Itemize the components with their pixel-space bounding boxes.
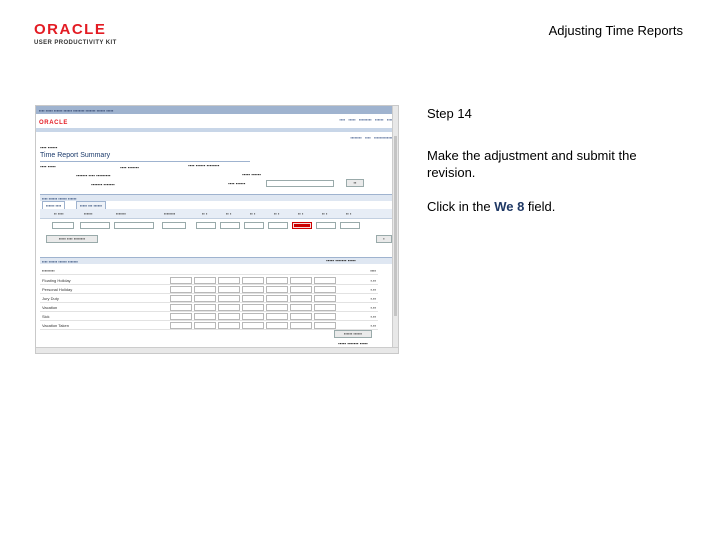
tu-9-field[interactable] — [268, 222, 288, 229]
app-brand-logo: ORACLE — [39, 120, 68, 126]
period-end-label: ▪▪▪▪▪▪▪ ▪▪▪▪ ▪▪▪▪▪▪▪▪▪ — [76, 173, 111, 178]
logo-wordmark: ORACLE — [34, 21, 107, 38]
document-title: Adjusting Time Reports — [548, 23, 683, 38]
billing-action-select[interactable] — [162, 222, 186, 229]
reset-user-defaults-button[interactable]: ▪▪▪▪▪ ▪▪▪▪ ▪▪▪▪▪▪▪▪ — [46, 235, 98, 243]
total-reported-hours-label: ▪▪▪▪▪ ▪▪▪▪▪▪▪ ▪▪▪▪▪ — [338, 341, 368, 346]
th-field[interactable] — [316, 222, 336, 229]
time-report-id: ▪▪▪▪ ▪▪▪▪▪▪ ▪▪▪▪▪▪▪▪ — [188, 163, 220, 168]
fr-field[interactable] — [340, 222, 360, 229]
add-row-button[interactable]: ▪ — [376, 235, 392, 243]
status-label: ▪▪▪▪▪ ▪▪▪▪▪▪ — [242, 172, 261, 177]
top-menu-bar: ▪▪▪▪ ▪▪▪▪▪ ▪▪▪▪▪▪ ▪▪▪▪▪▪ ▪▪▪▪▪▪▪▪ ▪▪▪▪▪▪… — [36, 106, 398, 114]
user-details-label: ▪▪▪▪ ▪▪▪▪▪▪▪ — [120, 165, 139, 170]
summary-row-label: Floating Holiday — [42, 278, 71, 283]
activity-input[interactable] — [114, 222, 154, 229]
business-unit-input[interactable] — [52, 222, 74, 229]
time-section-header: ▪▪▪▪ ▪▪▪▪▪▪ ▪▪▪▪▪▪ ▪▪▪▪▪▪ — [40, 194, 392, 201]
vertical-scrollbar[interactable] — [392, 106, 398, 353]
update-totals-button[interactable]: ▪▪▪▪▪▪ ▪▪▪▪▪▪ — [334, 330, 372, 338]
click-instruction: Click in the We 8 field. — [427, 199, 555, 214]
tab-reported-time[interactable]: ▪▪▪▪▪▪ ▪▪▪▪ — [42, 201, 66, 209]
su-7-field[interactable] — [220, 222, 240, 229]
we-8-field[interactable] — [292, 222, 312, 229]
summary-row: Floating Holiday ▪.▪▪ — [40, 277, 378, 285]
title-rule — [40, 161, 250, 162]
summary-row-label: Vacation — [42, 305, 58, 310]
project-input[interactable] — [80, 222, 110, 229]
revision-select[interactable] — [266, 180, 334, 187]
summary-row: Vacation ▪.▪▪ — [40, 304, 378, 312]
summary-row-label: Personal Holiday — [42, 287, 73, 292]
scroll-thumb[interactable] — [394, 136, 397, 316]
revision-label: ▪▪▪▪▪▪▪ ▪▪▪▪▪▪▪ — [91, 182, 115, 187]
summary-row-label: Vacation Taken — [42, 323, 69, 328]
summary-row-label: Jury Duty — [42, 296, 59, 301]
summary-header-row: ▪▪▪▪▪▪▪▪▪ ▪▪▪▪ — [40, 268, 378, 275]
top-links: ▪▪▪▪ ▪▪▪▪▪ ▪▪▪▪▪▪▪▪▪ ▪▪▪▪▪▪ ▪▪▪▪▪ — [339, 117, 394, 122]
header-band — [36, 128, 398, 132]
logo-subtext: USER PRODUCTIVITY KIT — [34, 40, 117, 46]
summary-row-label: Sick — [42, 314, 50, 319]
step-label: Step 14 — [427, 106, 472, 121]
summary-row: Sick ▪.▪▪ — [40, 313, 378, 321]
total-hours-label: ▪▪▪▪▪ ▪▪▪▪▪▪▪ ▪▪▪▪▪ — [326, 258, 356, 263]
time-grid-header: ▪▪ ▪▪▪▪ ▪▪▪▪▪▪ ▪▪▪▪▪▪▪ ▪▪▪▪▪▪▪▪ ▪▪ ▪ ▪▪ … — [40, 209, 392, 219]
target-field-name: We 8 — [494, 199, 525, 214]
click-suffix: field. — [524, 199, 556, 214]
tab-status-and-issues[interactable]: ▪▪▪▪▪ ▪▪▪ ▪▪▪▪▪▪ — [76, 201, 107, 209]
mo-8-field[interactable] — [244, 222, 264, 229]
page-title: Time Report Summary — [40, 152, 111, 159]
click-prefix: Click in the — [427, 199, 495, 214]
summary-row: Personal Holiday ▪.▪▪ — [40, 286, 378, 294]
oracle-upk-logo: ORACLE USER PRODUCTIVITY KIT — [34, 22, 124, 46]
summary-row: Vacation Taken ▪.▪▪ — [40, 322, 378, 330]
horizontal-scrollbar[interactable] — [36, 347, 398, 353]
view-revision-label: ▪▪▪▪ ▪▪▪▪▪▪ — [228, 181, 246, 186]
page-links: ▪▪▪▪▪▪▪▪ ▪▪▪▪ ▪▪▪▪▪▪▪▪▪▪▪▪▪▪ — [350, 135, 394, 140]
sa-6-field[interactable] — [196, 222, 216, 229]
application-screenshot: ▪▪▪▪ ▪▪▪▪▪ ▪▪▪▪▪▪ ▪▪▪▪▪▪ ▪▪▪▪▪▪▪▪ ▪▪▪▪▪▪… — [35, 105, 399, 354]
step-instruction: Make the adjustment and submit the revis… — [427, 148, 637, 180]
employee-name: ▪▪▪▪ ▪▪▪▪▪ — [40, 164, 56, 169]
go-button[interactable]: ▪▪ — [346, 179, 364, 187]
breadcrumb: ▪▪▪▪ ▪▪▪▪▪▪ — [40, 145, 58, 150]
summary-row: Jury Duty ▪.▪▪ — [40, 295, 378, 303]
